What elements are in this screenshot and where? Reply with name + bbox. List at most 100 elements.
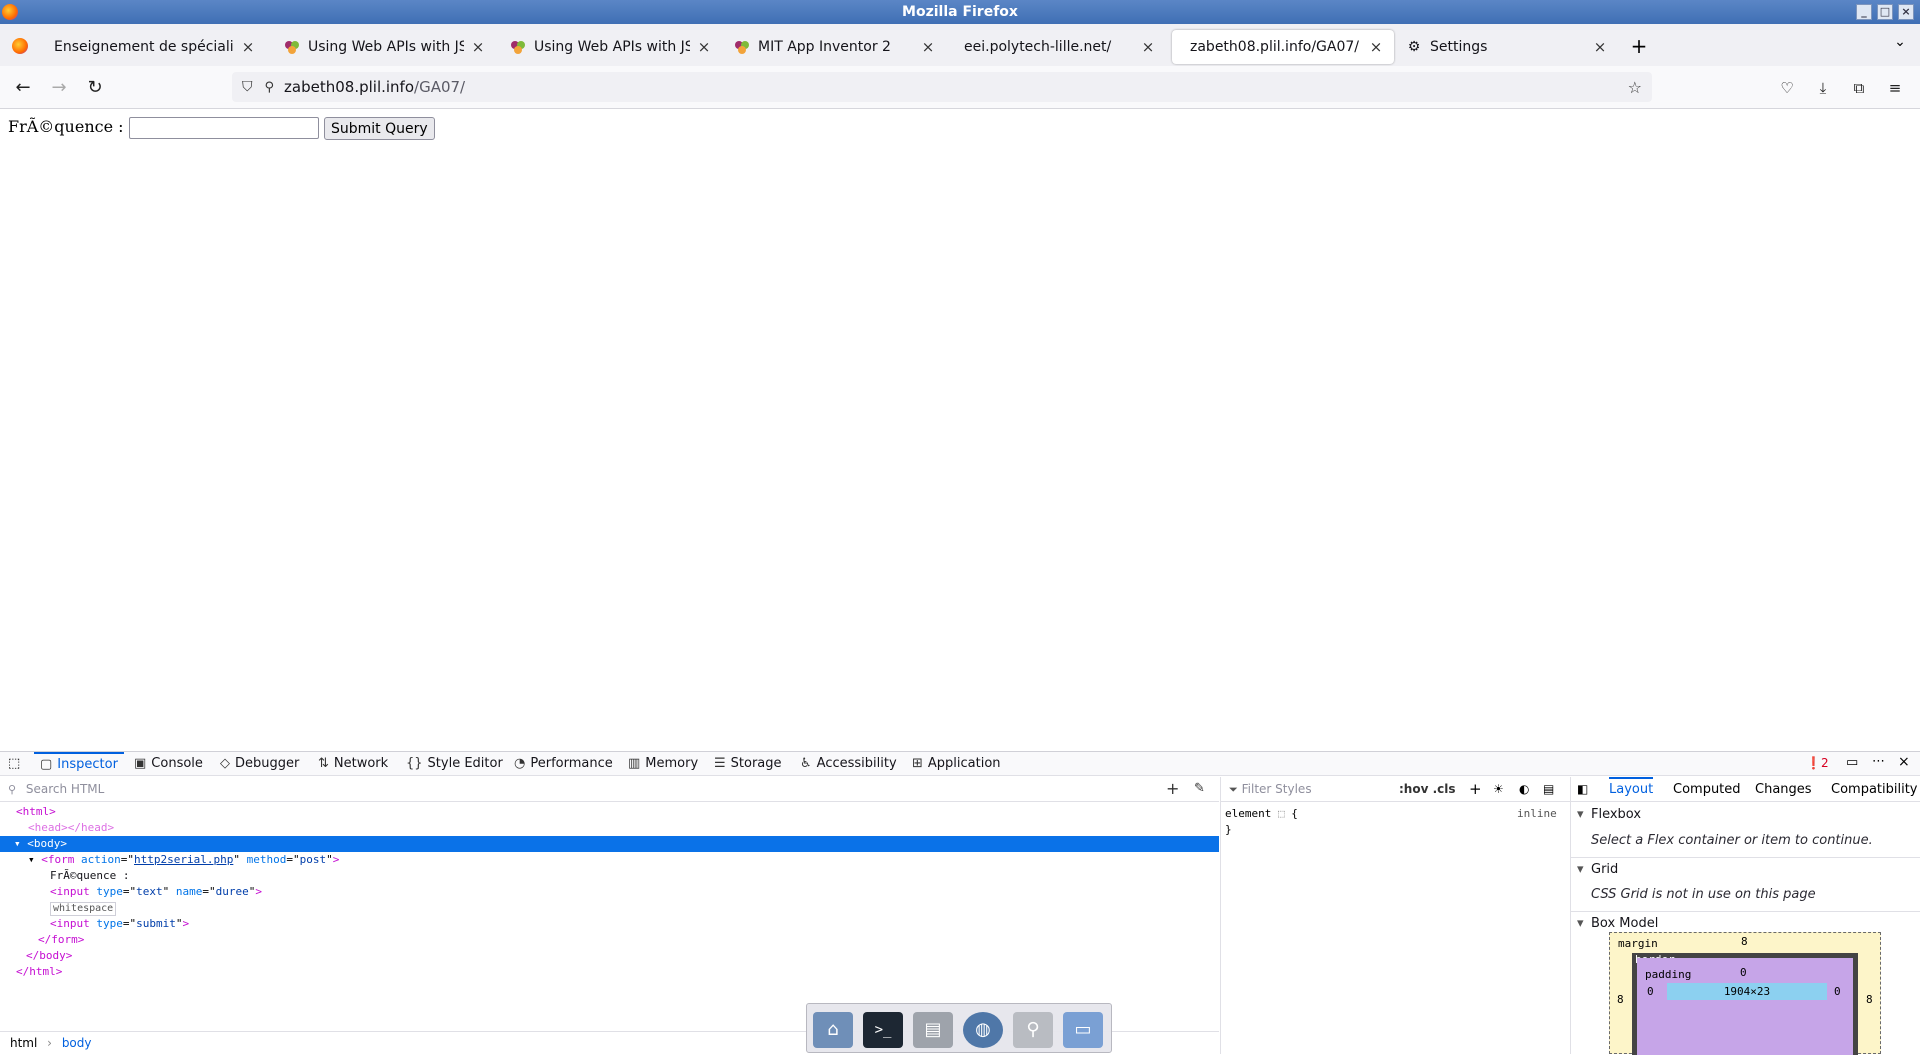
layout-tabs: ◧ Layout Computed Changes Compatibility (1571, 777, 1920, 802)
tab-7[interactable]: ⚙ Settings × (1396, 30, 1618, 64)
maximize-icon[interactable]: □ (1877, 4, 1893, 20)
shield-icon[interactable]: ⛉ (242, 79, 253, 95)
tab-close-icon[interactable]: × (696, 38, 712, 56)
firefox-view-icon[interactable] (12, 38, 28, 54)
tab-4[interactable]: MIT App Inventor 2 × (724, 30, 946, 64)
tab-5[interactable]: eei.polytech-lille.net/ × (944, 30, 1166, 64)
minimize-icon[interactable]: _ (1856, 4, 1872, 20)
breadcrumb-html[interactable]: html (10, 1036, 37, 1050)
search-icon[interactable]: ⚲ (1013, 1012, 1053, 1048)
node-body-close[interactable]: </body> (0, 948, 1219, 964)
tab-inspector[interactable]: ▢ Inspector (34, 752, 124, 776)
menu-icon[interactable]: ≡ (1882, 75, 1908, 101)
box-model-content[interactable]: 1904×23 (1667, 983, 1827, 1000)
element-picker-icon[interactable]: ⬚ (8, 756, 20, 771)
tab-network[interactable]: ⇅ Network (318, 752, 388, 776)
tab-style-editor[interactable]: {} Style Editor (406, 752, 503, 776)
node-form[interactable]: ▾ <form action="http2serial.php" method=… (0, 852, 1219, 868)
light-mode-icon[interactable]: ☀ (1493, 777, 1504, 802)
new-tab-icon[interactable]: + (1628, 34, 1650, 58)
reload-icon[interactable]: ↻ (82, 75, 108, 101)
tab-storage[interactable]: ☰ Storage (714, 752, 782, 776)
rule-close-brace: } (1225, 823, 1232, 836)
pseudo-class-toggle[interactable]: :hov .cls (1399, 777, 1456, 802)
bookmark-star-icon[interactable]: ☆ (1628, 78, 1642, 97)
tab-layout[interactable]: Layout (1609, 777, 1654, 800)
tab-computed[interactable]: Computed (1673, 777, 1741, 801)
navigation-toolbar: ← → ↻ ⛉ ⚲ zabeth08.plil.info/GA07/ ☆ ♡ ⤓… (0, 66, 1920, 109)
filter-styles-input[interactable]: Filter Styles (1242, 782, 1312, 796)
terminal-icon[interactable]: >_ (863, 1012, 903, 1048)
back-icon[interactable]: ← (10, 75, 36, 101)
url-text[interactable]: zabeth08.plil.info/GA07/ (284, 78, 465, 96)
desktop-dock: ⌂ >_ ▤ ◍ ⚲ ▭ (806, 1003, 1112, 1053)
lock-icon[interactable]: ⚲ (265, 80, 275, 95)
tab-memory[interactable]: ▥ Memory (628, 752, 698, 776)
eyedropper-icon[interactable]: ✎ (1194, 777, 1205, 801)
tab-close-icon[interactable]: × (1140, 38, 1156, 56)
tab-6-active[interactable]: zabeth08.plil.info/GA07/ × (1172, 30, 1394, 64)
print-mode-icon[interactable]: ▤ (1543, 777, 1554, 802)
margin-right-value[interactable]: 8 (1866, 993, 1873, 1006)
element-rule[interactable]: element ⬚ { (1225, 807, 1298, 820)
tab-close-icon[interactable]: × (470, 38, 486, 56)
node-head[interactable]: <head></head> (0, 820, 1219, 836)
node-text[interactable]: FrÃ©quence : (0, 868, 1219, 884)
tab-close-icon[interactable]: × (1592, 38, 1608, 56)
tab-close-icon[interactable]: × (920, 38, 936, 56)
margin-left-value[interactable]: 8 (1617, 993, 1624, 1006)
submit-query-button[interactable]: Submit Query (324, 117, 435, 140)
tab-1[interactable]: Enseignement de spécialité × (44, 30, 266, 64)
toggle-sidebar-icon[interactable]: ◧ (1577, 777, 1588, 801)
tab-compatibility[interactable]: Compatibility (1831, 777, 1918, 801)
node-input-submit[interactable]: <input type="submit"> (0, 916, 1219, 932)
frequency-input[interactable] (129, 117, 319, 139)
tab-accessibility[interactable]: ♿ Accessibility (800, 752, 897, 776)
tab-changes[interactable]: Changes (1755, 777, 1812, 801)
pocket-icon[interactable]: ♡ (1774, 75, 1800, 101)
tab-close-icon[interactable]: × (240, 38, 256, 56)
padding-left-value[interactable]: 0 (1647, 985, 1654, 998)
home-folder-icon[interactable]: ⌂ (813, 1012, 853, 1048)
tab-performance[interactable]: ◔ Performance (514, 752, 613, 776)
forward-icon[interactable]: → (46, 75, 72, 101)
folder-icon[interactable]: ▭ (1063, 1012, 1103, 1048)
close-window-icon[interactable]: × (1898, 4, 1914, 20)
debugger-icon: ◇ (220, 756, 230, 771)
flexbox-section-header[interactable]: Flexbox (1571, 803, 1920, 827)
box-model-diagram: margin 8 8 8 border padding 0 0 0 1904×2… (1609, 932, 1881, 1055)
node-html[interactable]: <html> (0, 804, 1219, 820)
tab-3[interactable]: Using Web APIs with JSON × (500, 30, 722, 64)
node-whitespace[interactable]: whitespace (0, 900, 1219, 916)
filter-icon: ⏷ (1229, 783, 1238, 796)
node-form-close[interactable]: </form> (0, 932, 1219, 948)
close-devtools-icon[interactable]: × (1898, 754, 1910, 770)
dock-side-icon[interactable]: ▭ (1846, 755, 1858, 770)
node-html-close[interactable]: </html> (0, 964, 1219, 980)
chevron-down-icon[interactable]: ⌄ (1890, 34, 1910, 50)
tab-close-icon[interactable]: × (1368, 38, 1384, 56)
more-options-icon[interactable]: ⋯ (1872, 754, 1885, 769)
tab-application[interactable]: ⊞ Application (912, 752, 1001, 776)
padding-right-value[interactable]: 0 (1834, 985, 1841, 998)
web-browser-icon[interactable]: ◍ (963, 1012, 1003, 1048)
tab-2[interactable]: Using Web APIs with JSON × (274, 30, 496, 64)
search-html-input[interactable]: Search HTML (26, 782, 104, 796)
tab-debugger[interactable]: ◇ Debugger (220, 752, 299, 776)
url-bar[interactable]: ⛉ ⚲ zabeth08.plil.info/GA07/ ☆ (232, 72, 1652, 102)
error-count-badge[interactable]: ❗2 (1806, 756, 1829, 770)
padding-label: padding (1645, 968, 1692, 981)
padding-top-value[interactable]: 0 (1740, 966, 1747, 979)
breadcrumb-body[interactable]: body (62, 1036, 92, 1050)
add-rule-icon[interactable]: + (1469, 777, 1482, 802)
grid-section-header[interactable]: Grid (1571, 857, 1920, 882)
add-node-icon[interactable]: + (1166, 777, 1179, 801)
margin-top-value[interactable]: 8 (1741, 935, 1748, 948)
tab-console[interactable]: ▣ Console (134, 752, 203, 776)
node-body-selected[interactable]: ▾ <body> (0, 836, 1219, 852)
downloads-icon[interactable]: ⤓ (1810, 75, 1836, 101)
extensions-icon[interactable]: ⧉ (1846, 75, 1872, 101)
dark-mode-icon[interactable]: ◐ (1519, 777, 1529, 802)
file-cabinet-icon[interactable]: ▤ (913, 1012, 953, 1048)
node-input-text[interactable]: <input type="text" name="duree"> (0, 884, 1219, 900)
